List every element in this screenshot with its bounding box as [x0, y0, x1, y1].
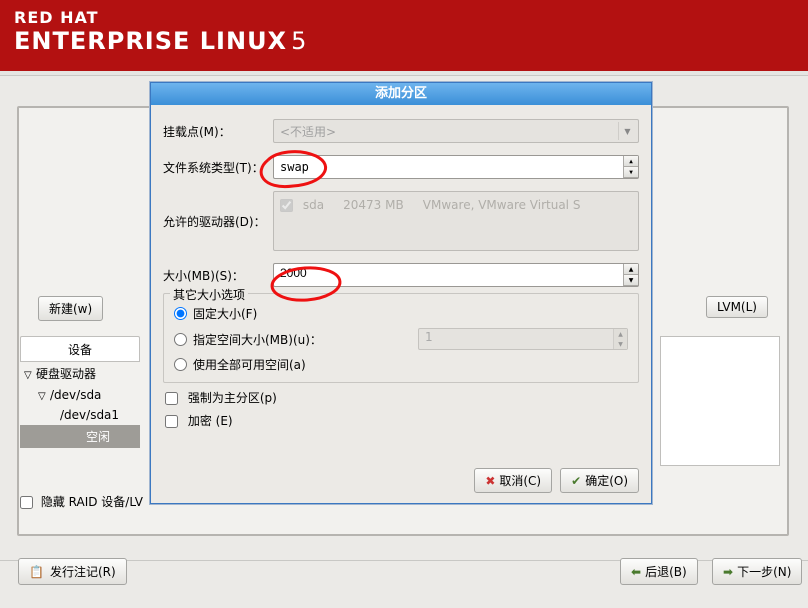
lvm-button-wrap: LVM(L)	[706, 296, 768, 318]
tree-row-free[interactable]: 空闲	[20, 425, 140, 448]
size-input-wrap[interactable]: ▲▼	[273, 263, 639, 287]
chevron-down-icon: ▽	[38, 391, 50, 402]
cancel-button[interactable]: ✖ 取消(C)	[474, 468, 552, 493]
check-icon: ✔	[571, 474, 581, 488]
fs-type-label: 文件系统类型(T)：	[163, 159, 273, 176]
mount-point-combo: <不适用> ▼	[273, 119, 639, 143]
spinner-icons[interactable]: ▲▼	[623, 264, 638, 286]
encrypt-checkbox[interactable]	[165, 415, 178, 428]
size-input[interactable]	[280, 266, 597, 280]
fill-all-label: 使用全部可用空间(a)	[193, 356, 306, 373]
drive-size: 20473 MB	[343, 198, 404, 212]
next-button[interactable]: ➡ 下一步(N)	[712, 558, 802, 585]
other-size-fieldset: 其它大小选项 固定大小(F) 指定空间大小(MB)(u)： 1 ▲▼ 使用全部可…	[163, 293, 639, 383]
new-button[interactable]: 新建(w)	[38, 296, 103, 321]
force-primary-label: 强制为主分区(p)	[188, 391, 277, 405]
fill-all-radio[interactable]	[174, 358, 187, 371]
new-button-wrap: 新建(w)	[38, 296, 103, 321]
other-size-legend: 其它大小选项	[170, 286, 248, 303]
note-icon: 📋	[29, 565, 44, 579]
drive-checkbox	[280, 199, 293, 212]
device-tree[interactable]: ▽硬盘驱动器 ▽/dev/sda /dev/sda1 空闲	[20, 362, 140, 448]
tree-row-sda[interactable]: ▽/dev/sda	[20, 385, 140, 405]
tree-row-disks[interactable]: ▽硬盘驱动器	[20, 362, 140, 385]
specify-size-label: 指定空间大小(MB)(u)：	[193, 331, 322, 348]
header-divider	[0, 71, 808, 76]
close-icon: ✖	[485, 474, 495, 488]
fixed-size-radio[interactable]	[174, 307, 187, 320]
specify-size-radio[interactable]	[174, 333, 187, 346]
drive-dev: sda	[303, 198, 324, 212]
spinner-icons[interactable]: ▲▼	[623, 156, 638, 178]
arrow-right-icon: ➡	[723, 565, 733, 579]
ok-button[interactable]: ✔ 确定(O)	[560, 468, 639, 493]
fs-type-combo[interactable]: swap ▲▼	[273, 155, 639, 179]
hide-raid-checkbox[interactable]: 隐藏 RAID 设备/LV	[20, 493, 143, 510]
brand-line1: RED HAT	[14, 8, 808, 27]
allowed-drives-list: sda 20473 MB VMware, VMware Virtual S	[273, 191, 639, 251]
tree-row-sda1[interactable]: /dev/sda1	[20, 405, 140, 425]
arrow-left-icon: ⬅	[631, 565, 641, 579]
installer-header: RED HAT ENTERPRISE LINUX5	[0, 0, 808, 71]
back-button[interactable]: ⬅ 后退(B)	[620, 558, 698, 585]
hide-raid-label: 隐藏 RAID 设备/LV	[41, 495, 143, 509]
right-details-panel	[660, 336, 780, 466]
lvm-button[interactable]: LVM(L)	[706, 296, 768, 318]
size-label: 大小(MB)(S)：	[163, 267, 273, 284]
mount-point-label: 挂载点(M)：	[163, 123, 273, 140]
allowed-drives-label: 允许的驱动器(D)：	[163, 191, 273, 230]
specify-size-spin: 1 ▲▼	[418, 328, 628, 350]
hide-raid-input[interactable]	[20, 496, 33, 509]
release-notes-button[interactable]: 📋 发行注记(R)	[18, 558, 127, 585]
brand-line2: ENTERPRISE LINUX5	[14, 27, 808, 55]
dialog-title: 添加分区	[151, 83, 651, 105]
force-primary-checkbox[interactable]	[165, 392, 178, 405]
chevron-down-icon: ▼	[618, 122, 636, 140]
fixed-size-label: 固定大小(F)	[193, 305, 257, 322]
drive-desc: VMware, VMware Virtual S	[423, 198, 581, 212]
add-partition-dialog: 添加分区 挂载点(M)： <不适用> ▼ 文件系统类型(T)： swap ▲▼ …	[150, 82, 652, 504]
chevron-down-icon: ▽	[24, 370, 36, 381]
device-column-header: 设备	[20, 336, 140, 362]
encrypt-label: 加密 (E)	[188, 414, 233, 428]
